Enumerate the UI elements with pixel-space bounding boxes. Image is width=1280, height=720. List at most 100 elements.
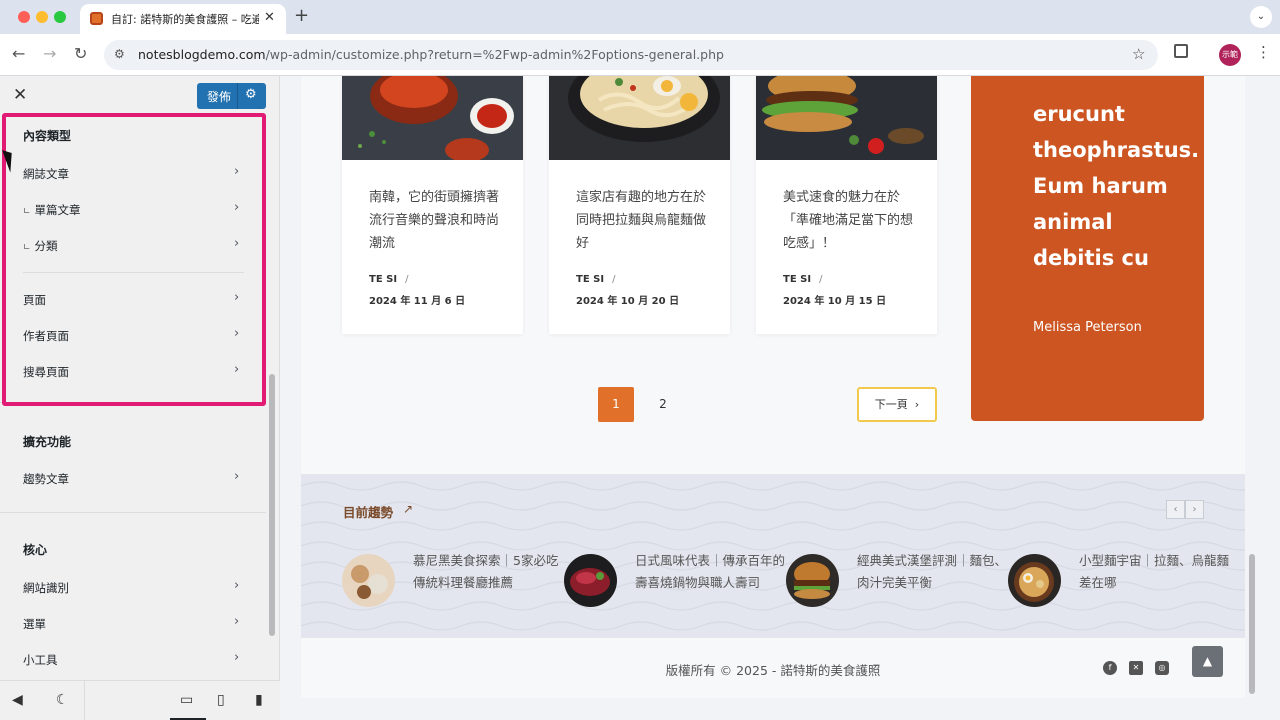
desktop-preview-icon[interactable]: ▭ [180,692,193,708]
divider [23,272,244,273]
customizer-sidebar: ✕ 發佈 ⚙ 內容類型 網誌文章 › ∟ 單篇文章 › ∟ 分類 › 頁面 › 作者… [0,76,280,720]
trending-item-title[interactable]: 經典美式漢堡評測｜麵包、肉汁完美平衡 [857,550,1007,594]
chevron-right-icon: › [234,326,240,341]
post-card[interactable]: 美式速食的魅力在於「準確地滿足當下的想吃感」！ TE SI / 2024 年 10… [756,76,937,334]
tab-close-icon[interactable]: ✕ [264,10,275,25]
trending-thumbnail[interactable] [342,554,395,607]
sidebar-item-search-page[interactable]: 搜尋頁面 › [0,356,266,386]
close-customizer-icon[interactable]: ✕ [13,85,27,105]
author-name[interactable]: TE SI [783,274,811,285]
meta-separator: / [819,274,823,285]
x-twitter-icon[interactable]: ✕ [1129,661,1143,675]
window-minimize-button[interactable] [36,11,48,23]
tab-search-chevron-icon[interactable]: ⌄ [1250,6,1272,28]
quote-author: Melissa Peterson [1033,320,1142,335]
sidebar-item-blog-posts[interactable]: 網誌文章 › [0,158,266,188]
forward-arrow-icon[interactable]: → [43,44,56,63]
post-title[interactable]: 美式速食的魅力在於「準確地滿足當下的想吃感」！ [783,186,918,255]
tablet-preview-icon[interactable]: ▯ [217,692,225,708]
post-thumbnail[interactable] [549,76,730,160]
trending-item[interactable]: 日式風味代表｜傳承百年的壽喜燒鍋物與職人壽司 [564,550,785,614]
window-close-button[interactable] [18,11,30,23]
trending-item-title[interactable]: 慕尼黑美食探索｜5家必吃傳統料理餐廳推薦 [413,550,563,594]
extensions-puzzle-icon[interactable] [1174,44,1188,58]
pagination-page-1[interactable]: 1 [598,387,634,422]
sidebar-subitem: ∟ 單篇文章 [23,202,81,218]
trending-thumbnail[interactable] [786,554,839,607]
section-content-types: 內容類型 [23,129,72,143]
pagination-page-2[interactable]: 2 [645,387,681,422]
site-settings-icon[interactable]: ⚙ [114,47,125,61]
sidebar-scrollbar[interactable] [269,374,275,636]
trending-thumbnail[interactable] [564,554,617,607]
facebook-icon[interactable]: f [1103,661,1117,675]
dark-mode-moon-icon[interactable]: ☾ [56,692,69,708]
sidebar-item-label: 分類 [34,239,58,253]
sidebar-item-trending-posts[interactable]: 趨勢文章 › [0,463,266,493]
publish-settings-gear-icon[interactable]: ⚙ [245,87,257,102]
section-extensions: 擴充功能 [23,435,72,449]
post-thumbnail[interactable] [756,76,937,160]
carousel-prev-icon[interactable]: ‹ [1166,500,1185,519]
chevron-right-icon: › [234,578,240,593]
post-thumbnail[interactable] [342,76,523,160]
sidebar-item-categories[interactable]: ∟ 分類 › [0,230,266,260]
sidebar-item-author-page[interactable]: 作者頁面 › [0,320,266,350]
address-url: notesblogdemo.com/wp-admin/customize.php… [138,47,724,62]
sidebar-item-widgets[interactable]: 小工具 › [0,644,266,674]
sidebar-item-label: 作者頁面 [23,329,69,343]
instagram-icon[interactable]: ◎ [1155,661,1169,675]
trending-item-title[interactable]: 日式風味代表｜傳承百年的壽喜燒鍋物與職人壽司 [635,550,785,594]
browser-menu-icon[interactable]: ⋮ [1256,43,1271,61]
customizer-header: ✕ 發佈 ⚙ [0,76,280,116]
mobile-preview-icon[interactable]: ▮ [255,692,263,708]
trending-item-title[interactable]: 小型麵宇宙｜拉麵、烏龍麵差在哪 [1079,550,1229,594]
pagination-next-button[interactable]: 下一頁 › [857,387,937,422]
hide-controls-icon[interactable]: ◀ [12,692,23,708]
trending-item[interactable]: 小型麵宇宙｜拉麵、烏龍麵差在哪 [1008,550,1229,614]
window-zoom-button[interactable] [54,11,66,23]
author-name[interactable]: TE SI [369,274,397,285]
sidebar-item-site-identity[interactable]: 網站識別 › [0,572,266,602]
chevron-right-icon: › [234,290,240,305]
author-name[interactable]: TE SI [576,274,604,285]
section-divider [0,512,266,513]
site-preview: 南韓，它的街頭擁擠著流行音樂的聲浪和時尚潮流 TE SI / 2024 年 11 … [280,76,1280,720]
browser-tab-active[interactable]: 自訂: 諾特斯的美食護照 – 吃遍 ✕ [80,4,286,34]
post-title[interactable]: 南韓，它的街頭擁擠著流行音樂的聲浪和時尚潮流 [369,186,504,255]
chevron-right-icon: › [234,200,240,215]
new-tab-plus-icon[interactable]: + [294,5,309,26]
back-arrow-icon[interactable]: ← [12,44,25,63]
sidebar-item-menus[interactable]: 選單 › [0,608,266,638]
sidebar-item-pages[interactable]: 頁面 › [0,284,266,314]
sub-level-icon: ∟ [23,243,31,253]
browser-tab-bar: 自訂: 諾特斯的美食護照 – 吃遍 ✕ + ⌄ [0,0,1280,34]
preview-scrollbar[interactable] [1249,554,1255,694]
post-title[interactable]: 這家店有趣的地方在於同時把拉麵與烏龍麵做好 [576,186,711,255]
trending-item[interactable]: 慕尼黑美食探索｜5家必吃傳統料理餐廳推薦 [342,550,558,614]
sidebar-item-label: 選單 [23,617,46,631]
profile-avatar[interactable]: 示範 [1219,44,1241,66]
trending-section: 目前趨勢 ↗ ‹ › 慕尼黑美食探索｜5家必吃傳統料理餐廳推薦 日式風味代表｜傳… [301,474,1245,638]
meta-separator: / [405,274,409,285]
carousel-next-icon[interactable]: › [1185,500,1204,519]
sidebar-subitem: ∟ 分類 [23,238,58,254]
trending-item[interactable]: 經典美式漢堡評測｜麵包、肉汁完美平衡 [786,550,1007,614]
address-bar[interactable]: ⚙ notesblogdemo.com/wp-admin/customize.p… [104,40,1158,70]
reload-icon[interactable]: ↻ [74,44,87,63]
url-host: notesblogdemo.com [138,47,266,62]
back-to-top-button[interactable]: ▲ [1192,646,1223,677]
customizer-footer: ◀ ☾ ▭ ▯ ▮ [0,680,280,720]
chevron-right-icon: › [234,614,240,629]
post-card[interactable]: 南韓，它的街頭擁擠著流行音樂的聲浪和時尚潮流 TE SI / 2024 年 11 … [342,76,523,334]
sidebar-item-single-post[interactable]: ∟ 單篇文章 › [0,194,266,224]
browser-toolbar: ← → ↻ ⚙ notesblogdemo.com/wp-admin/custo… [0,34,1280,76]
post-card[interactable]: 這家店有趣的地方在於同時把拉麵與烏龍麵做好 TE SI / 2024 年 10 月… [549,76,730,334]
footer-separator [84,681,85,720]
sidebar-item-label: 單篇文章 [34,203,81,217]
trending-thumbnail[interactable] [1008,554,1061,607]
quote-block: erucunt theophrastus. Eum harum animal d… [971,76,1204,421]
chevron-right-icon: › [234,650,240,665]
bookmark-star-icon[interactable]: ☆ [1132,45,1145,63]
publish-button[interactable]: 發佈 ⚙ [197,83,266,109]
